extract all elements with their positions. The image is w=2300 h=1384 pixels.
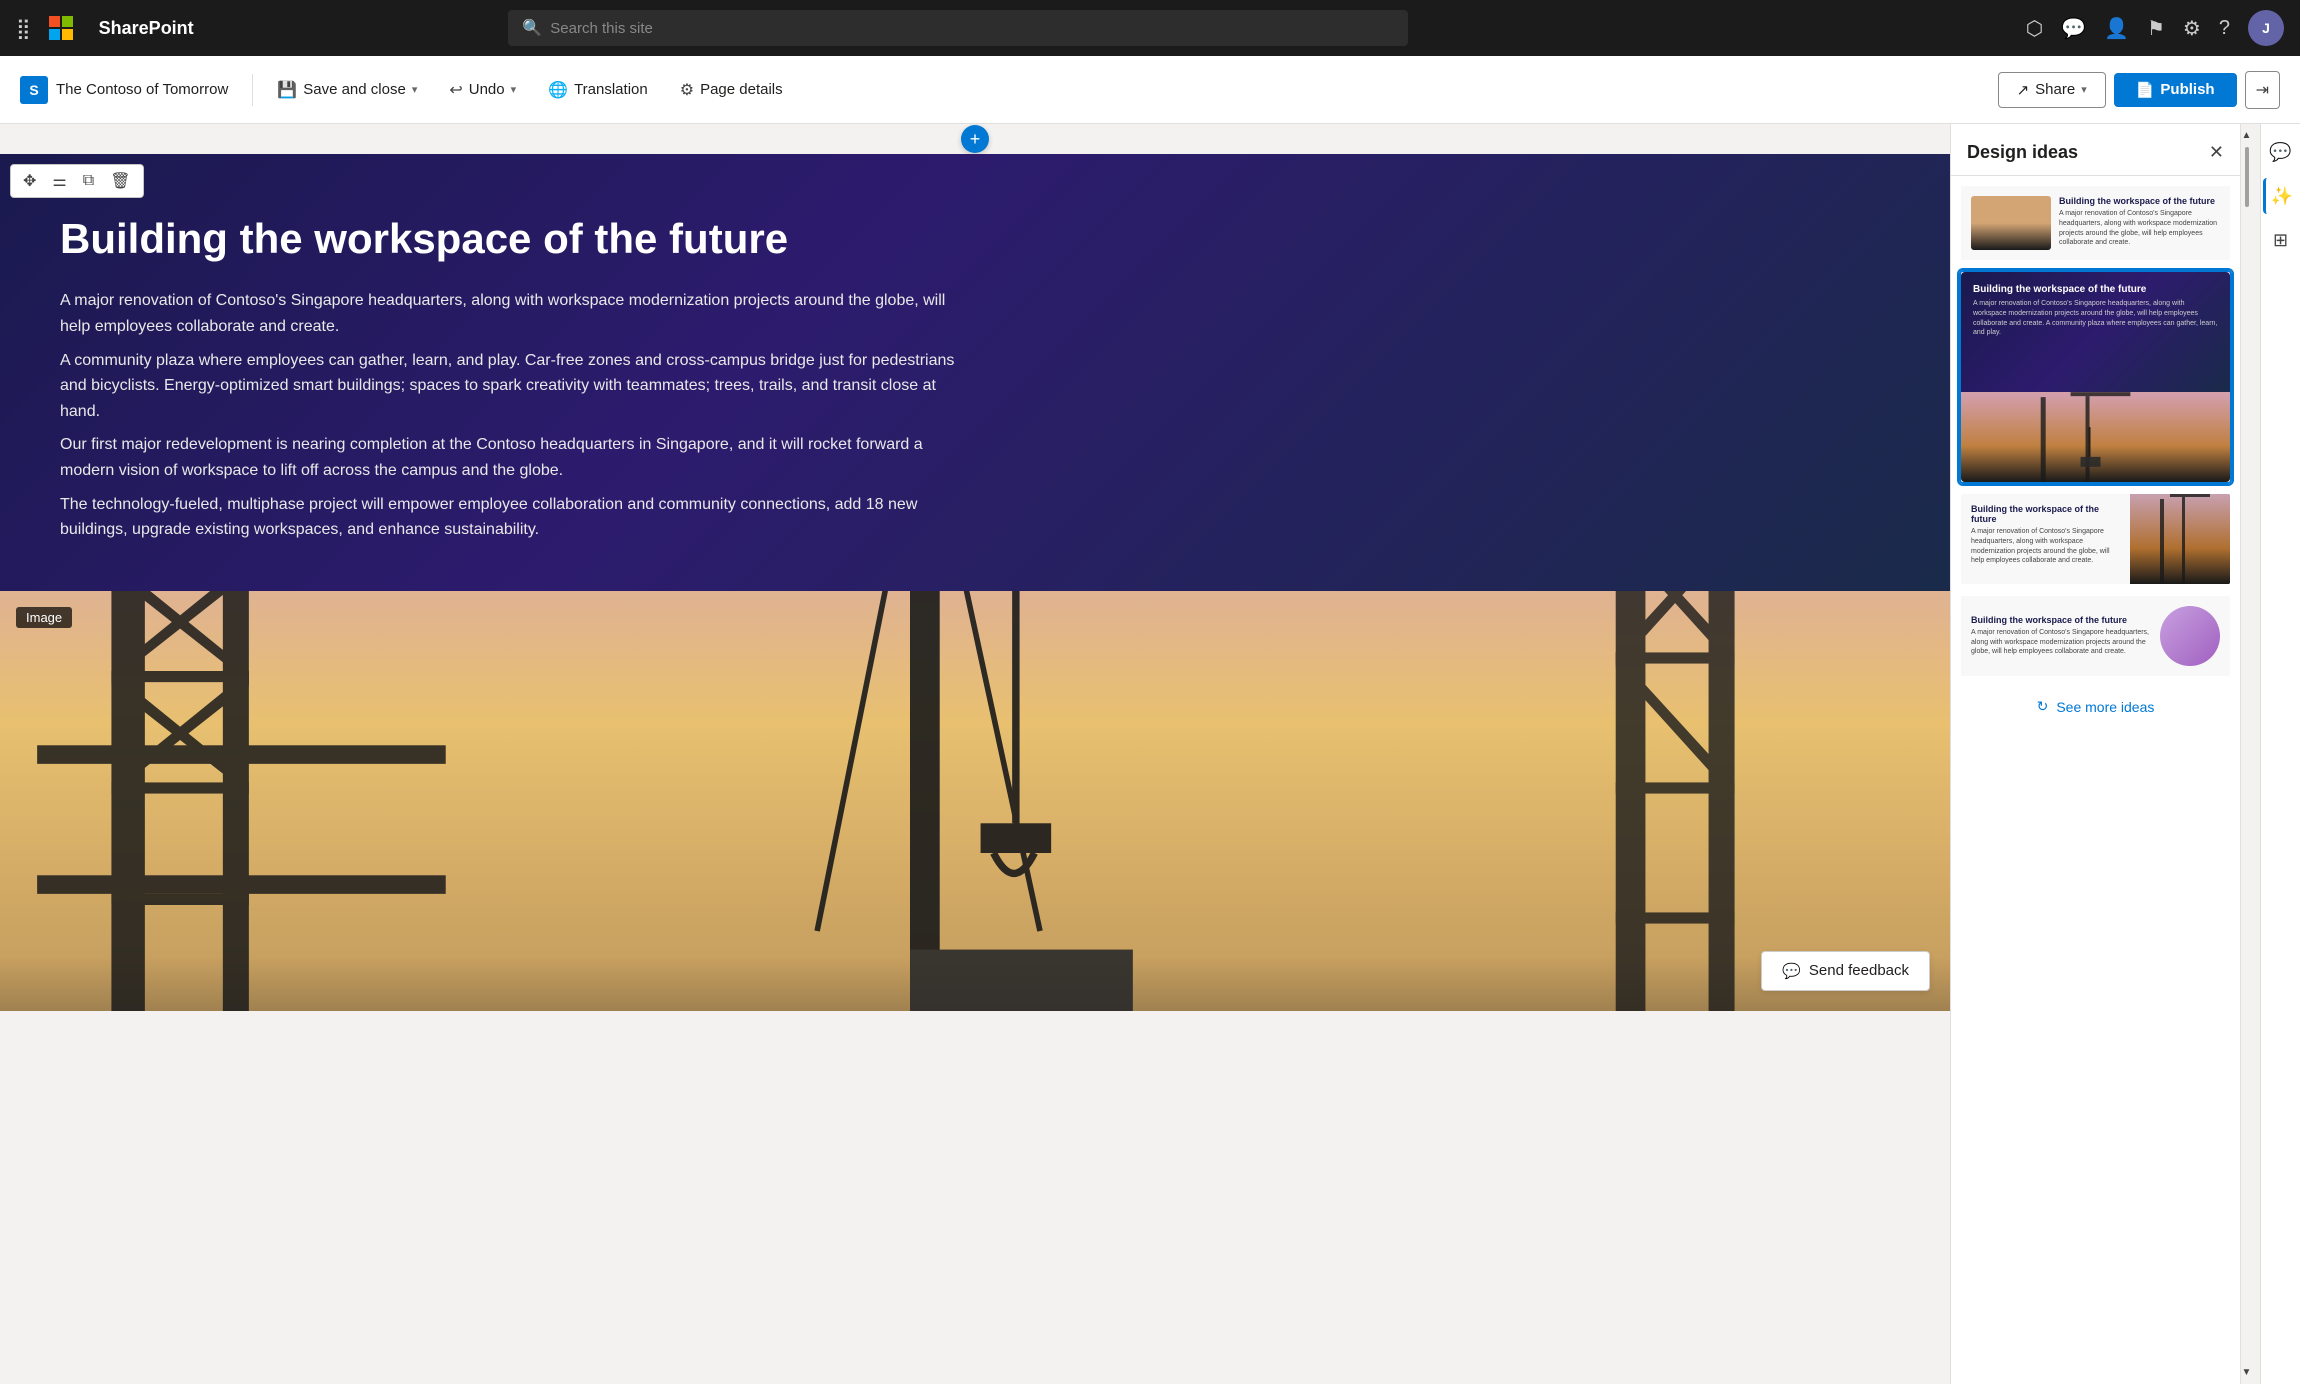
document-icon: S: [20, 76, 48, 104]
page-details-icon: ⚙: [680, 80, 694, 100]
translation-icon: 🌐: [548, 80, 568, 100]
edit-section-button[interactable]: ⚌: [46, 169, 72, 193]
image-section: Image: [0, 591, 1950, 1011]
side-actions-panel: 💬 ✨ ⊞: [2260, 124, 2300, 1384]
design-card-1[interactable]: Building the workspace of the future A m…: [1959, 184, 2232, 262]
page-details-button[interactable]: ⚙ Page details: [668, 74, 795, 106]
apps-icon[interactable]: ⬡: [2026, 16, 2043, 41]
image-label: Image: [16, 607, 72, 628]
design-panel-header: Design ideas ✕: [1951, 124, 2240, 176]
search-bar[interactable]: 🔍: [508, 10, 1408, 46]
hero-body: A major renovation of Contoso's Singapor…: [60, 288, 980, 542]
hero-paragraph-4: The technology-fueled, multiphase projec…: [60, 492, 980, 543]
refresh-icon: ↻: [2037, 698, 2049, 715]
design-card-2-image: [1961, 392, 2230, 482]
help-icon[interactable]: ?: [2219, 17, 2230, 40]
section-controls: ✥ ⚌ ⧉ 🗑: [10, 164, 144, 198]
app-name: SharePoint: [99, 18, 194, 39]
design-card-4[interactable]: Building the workspace of the future A m…: [1959, 594, 2232, 678]
duplicate-section-button[interactable]: ⧉: [77, 169, 100, 193]
design-card-1-image: [1971, 196, 2051, 250]
hero-paragraph-2: A community plaza where employees can ga…: [60, 348, 980, 425]
design-card-4-circle: [2160, 606, 2220, 666]
side-comments-button[interactable]: 💬: [2263, 134, 2299, 170]
share-dropdown-arrow: ▾: [2081, 83, 2087, 96]
see-more-ideas-button[interactable]: ↻ See more ideas: [1959, 686, 2232, 727]
design-panel-title: Design ideas: [1967, 142, 2078, 163]
design-card-2-inner: Building the workspace of the future A m…: [1961, 272, 2230, 482]
side-format-button[interactable]: ⊞: [2263, 222, 2299, 258]
search-icon: 🔍: [522, 18, 542, 38]
design-card-3-text: Building the workspace of the future A m…: [1961, 494, 2130, 584]
document-title: The Contoso of Tomorrow: [56, 81, 228, 98]
add-section-bar[interactable]: +: [0, 124, 1950, 154]
microsoft-logo: [49, 16, 73, 40]
search-input[interactable]: [550, 20, 1394, 37]
save-dropdown-arrow: ▾: [412, 83, 418, 96]
design-card-3-title: Building the workspace of the future: [1971, 504, 2120, 524]
toolbar-right: ↗ Share ▾ 📄 Publish ⇥: [1998, 71, 2280, 109]
design-card-3-inner: Building the workspace of the future A m…: [1961, 494, 2230, 584]
settings-icon[interactable]: ⚙: [2183, 16, 2201, 41]
editor-area[interactable]: + ✥ ⚌ ⧉ 🗑 Building the workspace of the …: [0, 124, 1950, 1384]
divider-1: [252, 74, 253, 106]
hero-paragraph-1: A major renovation of Contoso's Singapor…: [60, 288, 980, 339]
design-card-3[interactable]: Building the workspace of the future A m…: [1959, 492, 2232, 586]
hero-section: Building the workspace of the future A m…: [0, 154, 1950, 591]
share-icon: ↗: [2017, 81, 2030, 99]
design-card-2[interactable]: Building the workspace of the future A m…: [1959, 270, 2232, 484]
design-card-1-text: Building the workspace of the future A m…: [2059, 196, 2220, 248]
design-card-1-title: Building the workspace of the future: [2059, 196, 2220, 206]
send-feedback-button[interactable]: 💬 Send feedback: [1761, 951, 1930, 991]
content-section: ✥ ⚌ ⧉ 🗑 Building the workspace of the fu…: [0, 154, 1950, 1011]
move-section-button[interactable]: ✥: [17, 169, 42, 193]
design-panel-scrollbar: ▲ ▼: [2240, 124, 2252, 1384]
design-scrollbar-thumb: [2245, 147, 2249, 207]
design-card-3-body: A major renovation of Contoso's Singapor…: [1971, 527, 2120, 566]
publish-icon: 📄: [2136, 81, 2155, 99]
undo-icon: ↩: [449, 80, 462, 100]
crane-svg: [0, 591, 1950, 1011]
design-panel-wrapper: Design ideas ✕ Building the workspace of…: [1950, 124, 2260, 1384]
design-card-2-title: Building the workspace of the future: [1973, 284, 2218, 295]
add-section-button[interactable]: +: [961, 125, 989, 153]
design-ideas-panel: Design ideas ✕ Building the workspace of…: [1950, 124, 2240, 1384]
waffle-menu-icon[interactable]: ⣿: [16, 16, 31, 41]
collapse-panel-button[interactable]: ⇥: [2245, 71, 2280, 109]
editor-toolbar: S The Contoso of Tomorrow 💾 Save and clo…: [0, 56, 2300, 124]
delete-section-button[interactable]: 🗑: [104, 169, 136, 193]
design-scroll-up-button[interactable]: ▲: [2240, 128, 2254, 143]
undo-dropdown-arrow: ▾: [511, 83, 517, 96]
design-scroll-down-button[interactable]: ▼: [2240, 1365, 2254, 1380]
top-navigation: ⣿ SharePoint 🔍 ⬡ 💬 👤 ⚑ ⚙ ? J: [0, 0, 2300, 56]
crane-image: [0, 591, 1950, 1011]
flag-icon[interactable]: ⚑: [2147, 16, 2165, 41]
design-card-2-hero: Building the workspace of the future A m…: [1961, 272, 2230, 392]
design-scrollbar-track: [2245, 143, 2249, 1365]
nav-icon-group: ⬡ 💬 👤 ⚑ ⚙ ? J: [2026, 10, 2284, 46]
undo-button[interactable]: ↩ Undo ▾: [437, 74, 528, 106]
design-panel-content[interactable]: Building the workspace of the future A m…: [1951, 176, 2240, 1384]
avatar[interactable]: J: [2248, 10, 2284, 46]
design-card-4-inner: Building the workspace of the future A m…: [1961, 596, 2230, 676]
design-card-1-body: A major renovation of Contoso's Singapor…: [2059, 209, 2220, 248]
design-card-4-body: A major renovation of Contoso's Singapor…: [1971, 628, 2152, 657]
hero-paragraph-3: Our first major redevelopment is nearing…: [60, 432, 980, 483]
main-layout: + ✥ ⚌ ⧉ 🗑 Building the workspace of the …: [0, 124, 2300, 1384]
close-design-panel-button[interactable]: ✕: [2209, 142, 2224, 163]
share-button[interactable]: ↗ Share ▾: [1998, 72, 2106, 108]
design-card-4-text: Building the workspace of the future A m…: [1971, 615, 2152, 657]
design-card-3-image: [2130, 494, 2230, 584]
chat-icon[interactable]: 💬: [2061, 16, 2086, 41]
design-card-2-body: A major renovation of Contoso's Singapor…: [1973, 299, 2218, 338]
publish-button[interactable]: 📄 Publish: [2114, 73, 2237, 107]
hero-title: Building the workspace of the future: [60, 214, 1890, 264]
translation-button[interactable]: 🌐 Translation: [536, 74, 660, 106]
save-icon: 💾: [277, 80, 297, 100]
save-close-button[interactable]: 💾 Save and close ▾: [265, 74, 429, 106]
design-card-4-title: Building the workspace of the future: [1971, 615, 2152, 625]
feedback-icon: 💬: [1782, 962, 1801, 980]
side-design-button[interactable]: ✨: [2263, 178, 2299, 214]
people-icon[interactable]: 👤: [2104, 16, 2129, 41]
